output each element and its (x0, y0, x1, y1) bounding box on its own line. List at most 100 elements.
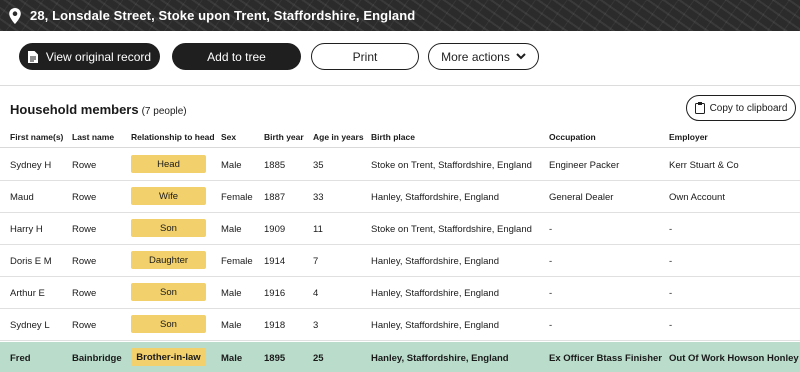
last-name-cell: Rowe (72, 160, 97, 171)
first-name-cell: Arthur E (10, 288, 45, 299)
household-title: Household members (7 people) (10, 102, 187, 117)
location-address: 28, Lonsdale Street, Stoke upon Trent, S… (30, 8, 416, 23)
last-name-cell: Rowe (72, 192, 97, 203)
birth-place-cell: Hanley, Staffordshire, England (371, 353, 509, 364)
copy-to-clipboard-button[interactable]: Copy to clipboard (686, 95, 796, 121)
add-to-tree-label: Add to tree (207, 49, 266, 64)
last-name-cell: Bainbridge (72, 353, 122, 364)
last-name-cell: Rowe (72, 224, 97, 235)
employer-cell: Kerr Stuart & Co (669, 160, 739, 171)
add-to-tree-button[interactable]: Add to tree (172, 43, 301, 70)
occupation-cell: - (549, 256, 553, 267)
birth-place-cell: Hanley, Staffordshire, England (371, 320, 499, 331)
copy-to-clipboard-label: Copy to clipboard (709, 102, 788, 114)
birth-year-cell: 1916 (264, 288, 286, 299)
employer-cell: - (669, 320, 673, 331)
birth-year-cell: 1885 (264, 160, 286, 171)
last-name-cell: Rowe (72, 256, 97, 267)
age-cell: 3 (313, 320, 319, 331)
relationship-badge: Head (131, 155, 206, 173)
relationship-badge: Son (131, 283, 206, 301)
sex-cell: Male (221, 320, 242, 331)
column-header: Employer (669, 132, 708, 142)
occupation-cell: Engineer Packer (549, 160, 620, 171)
first-name-cell: Fred (10, 353, 31, 364)
table-row: Sydney H Rowe Head Male 1885 35 Stoke on… (0, 149, 800, 181)
first-name-cell: Doris E M (10, 256, 52, 267)
first-name-cell: Harry H (10, 224, 43, 235)
chevron-down-icon (516, 53, 526, 60)
table-row-highlighted: Fred Bainbridge Brother-in-law Male 1895… (0, 342, 800, 372)
view-original-record-button[interactable]: View original record (19, 43, 160, 70)
occupation-cell: - (549, 320, 553, 331)
age-cell: 7 (313, 256, 319, 267)
action-bar: View original record Add to tree Print M… (0, 31, 800, 86)
column-header: Birth place (371, 132, 415, 142)
household-section: Household members (7 people) Copy to clip… (0, 86, 800, 372)
age-cell: 35 (313, 160, 324, 171)
relationship-badge: Brother-in-law (131, 348, 206, 366)
more-actions-button[interactable]: More actions (428, 43, 539, 70)
table-header: First name(s) Last name Relationship to … (0, 126, 800, 148)
birth-year-cell: 1909 (264, 224, 286, 235)
table-row: Doris E M Rowe Daughter Female 1914 7 Ha… (0, 245, 800, 277)
document-icon (27, 50, 38, 63)
location-banner: 28, Lonsdale Street, Stoke upon Trent, S… (0, 0, 800, 31)
last-name-cell: Rowe (72, 288, 97, 299)
map-pin-icon (8, 7, 22, 24)
column-header: First name(s) (10, 132, 64, 142)
occupation-cell: Ex Officer Btass Finisher (549, 353, 662, 364)
employer-cell: - (669, 224, 673, 235)
relationship-badge: Wife (131, 187, 206, 205)
clipboard-icon (694, 102, 705, 114)
column-header: Sex (221, 132, 237, 142)
age-cell: 4 (313, 288, 319, 299)
column-header: Age in years (313, 132, 364, 142)
more-actions-label: More actions (441, 49, 510, 64)
sex-cell: Male (221, 288, 242, 299)
last-name-cell: Rowe (72, 320, 97, 331)
table-row: Harry H Rowe Son Male 1909 11 Stoke on T… (0, 213, 800, 245)
sex-cell: Male (221, 160, 242, 171)
sex-cell: Male (221, 224, 242, 235)
table-row: Arthur E Rowe Son Male 1916 4 Hanley, St… (0, 277, 800, 309)
employer-cell: Own Account (669, 192, 725, 203)
birth-year-cell: 1887 (264, 192, 286, 203)
column-header: Occupation (549, 132, 596, 142)
employer-cell: - (669, 288, 673, 299)
household-title-text: Household members (10, 102, 139, 117)
column-header: Birth year (264, 132, 304, 142)
column-header: Relationship to head (131, 132, 215, 142)
first-name-cell: Maud (10, 192, 34, 203)
occupation-cell: General Dealer (549, 192, 614, 203)
relationship-badge: Son (131, 219, 206, 237)
household-count: (7 people) (141, 106, 187, 117)
first-name-cell: Sydney L (10, 320, 50, 331)
occupation-cell: - (549, 224, 553, 235)
sex-cell: Female (221, 192, 253, 203)
birth-year-cell: 1918 (264, 320, 286, 331)
age-cell: 25 (313, 353, 324, 364)
table-row: Sydney L Rowe Son Male 1918 3 Hanley, St… (0, 309, 800, 341)
print-label: Print (352, 49, 378, 64)
employer-cell: Out Of Work Howson Honley (669, 353, 799, 364)
relationship-badge: Daughter (131, 251, 206, 269)
occupation-cell: - (549, 288, 553, 299)
age-cell: 11 (313, 224, 323, 235)
print-button[interactable]: Print (311, 43, 419, 70)
birth-place-cell: Hanley, Staffordshire, England (371, 288, 499, 299)
birth-place-cell: Stoke on Trent, Staffordshire, England (371, 160, 532, 171)
relationship-badge: Son (131, 315, 206, 333)
employer-cell: - (669, 256, 673, 267)
age-cell: 33 (313, 192, 324, 203)
sex-cell: Female (221, 256, 253, 267)
birth-place-cell: Hanley, Staffordshire, England (371, 256, 499, 267)
table-row: Maud Rowe Wife Female 1887 33 Hanley, St… (0, 181, 800, 213)
birth-place-cell: Hanley, Staffordshire, England (371, 192, 499, 203)
view-original-record-label: View original record (45, 49, 152, 64)
birth-place-cell: Stoke on Trent, Staffordshire, England (371, 224, 532, 235)
birth-year-cell: 1895 (264, 353, 286, 364)
column-header: Last name (72, 132, 115, 142)
first-name-cell: Sydney H (10, 160, 52, 171)
sex-cell: Male (221, 353, 243, 364)
